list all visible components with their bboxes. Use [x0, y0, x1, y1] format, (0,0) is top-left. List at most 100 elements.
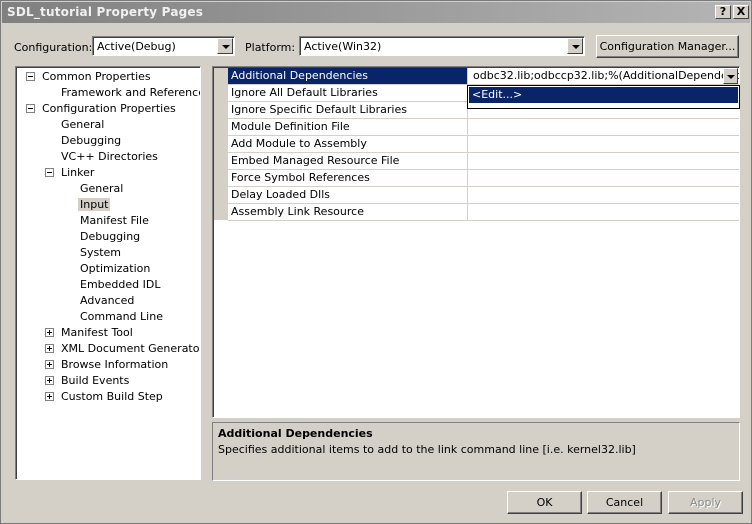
property-row[interactable]: Assembly Link Resource: [228, 204, 739, 221]
tree-item[interactable]: Custom Build Step: [16, 389, 200, 405]
property-name[interactable]: Delay Loaded Dlls: [228, 187, 468, 203]
description-text: Specifies additional items to add to the…: [218, 443, 636, 456]
property-row[interactable]: Force Symbol References: [228, 170, 739, 187]
property-value-text: odbc32.lib;odbccp32.lib;%(AdditionalDepe…: [473, 69, 739, 82]
tree-item[interactable]: Input: [16, 197, 200, 213]
description-pane: Additional Dependencies Specifies additi…: [212, 422, 740, 481]
collapse-minus-icon[interactable]: [26, 104, 35, 113]
tree-item-label: XML Document Generator: [61, 342, 201, 355]
property-value[interactable]: odbc32.lib;odbccp32.lib;%(AdditionalDepe…: [469, 68, 739, 84]
property-value[interactable]: [469, 187, 739, 203]
expand-plus-icon[interactable]: [45, 392, 54, 401]
tree-item-label: General: [61, 118, 105, 131]
property-name[interactable]: Additional Dependencies: [228, 68, 468, 84]
configuration-label: Configuration:: [14, 41, 93, 54]
value-dropdown-list[interactable]: <Edit...>: [467, 85, 740, 109]
tree-item[interactable]: Configuration Properties: [16, 101, 200, 117]
tree-item-label: Manifest File: [80, 214, 149, 227]
edit-option[interactable]: <Edit...>: [469, 87, 738, 103]
tree-item[interactable]: Build Events: [16, 373, 200, 389]
chevron-down-icon[interactable]: [217, 38, 233, 54]
tree-item-label: Build Events: [61, 374, 130, 387]
property-value[interactable]: [469, 153, 739, 169]
property-row[interactable]: Delay Loaded Dlls: [228, 187, 739, 204]
tree-item[interactable]: Command Line: [16, 309, 200, 325]
tree-item[interactable]: XML Document Generator: [16, 341, 200, 357]
help-button[interactable]: ?: [715, 5, 731, 19]
tree-item[interactable]: Debugging: [16, 133, 200, 149]
property-name[interactable]: Embed Managed Resource File: [228, 153, 468, 169]
property-row[interactable]: Additional Dependencies odbc32.lib;odbccp…: [228, 68, 739, 85]
property-name[interactable]: Ignore All Default Libraries: [228, 85, 468, 101]
tree-item[interactable]: Advanced: [16, 293, 200, 309]
title-bar: SDL_tutorial Property Pages ? X: [2, 2, 750, 23]
tree-item[interactable]: Manifest Tool: [16, 325, 200, 341]
tree-item-label: Configuration Properties: [42, 102, 176, 115]
window-title: SDL_tutorial Property Pages: [7, 5, 204, 19]
property-row[interactable]: Embed Managed Resource File: [228, 153, 739, 170]
property-name[interactable]: Assembly Link Resource: [228, 204, 468, 220]
tree-item[interactable]: General: [16, 117, 200, 133]
platform-label: Platform:: [245, 41, 296, 54]
cancel-label: Cancel: [605, 496, 644, 509]
property-name[interactable]: Ignore Specific Default Libraries: [228, 102, 468, 118]
configuration-value: Active(Debug): [97, 40, 176, 53]
expand-plus-icon[interactable]: [45, 360, 54, 369]
property-row[interactable]: Module Definition File: [228, 119, 739, 136]
property-value[interactable]: [469, 119, 739, 135]
platform-select[interactable]: Active(Win32): [299, 36, 585, 56]
expand-plus-icon[interactable]: [45, 328, 54, 337]
configuration-manager-label: Configuration Manager...: [599, 40, 736, 53]
configuration-manager-button[interactable]: Configuration Manager...: [596, 35, 739, 58]
tree-item-label: Linker: [61, 166, 95, 179]
cancel-button[interactable]: Cancel: [587, 491, 662, 514]
chevron-down-icon[interactable]: [723, 68, 738, 84]
tree-item[interactable]: Embedded IDL: [16, 277, 200, 293]
tree-item-label: Browse Information: [61, 358, 169, 371]
description-title: Additional Dependencies: [218, 427, 373, 440]
property-name[interactable]: Force Symbol References: [228, 170, 468, 186]
collapse-minus-icon[interactable]: [26, 72, 35, 81]
tree-item-label: System: [80, 246, 122, 259]
tree-item-label: Manifest Tool: [61, 326, 133, 339]
tree-item[interactable]: Debugging: [16, 229, 200, 245]
tree-item-label: Embedded IDL: [80, 278, 161, 291]
configuration-select[interactable]: Active(Debug): [92, 36, 235, 56]
expand-plus-icon[interactable]: [45, 376, 54, 385]
property-grid[interactable]: Additional Dependencies odbc32.lib;odbccp…: [212, 66, 740, 418]
ok-button[interactable]: OK: [507, 491, 582, 514]
property-value[interactable]: [469, 204, 739, 220]
collapse-minus-icon[interactable]: [45, 168, 54, 177]
chevron-down-icon[interactable]: [567, 38, 583, 54]
tree-item[interactable]: System: [16, 245, 200, 261]
tree-item[interactable]: Common Properties: [16, 69, 200, 85]
tree-item-label: Common Properties: [42, 70, 151, 83]
ok-label: OK: [536, 496, 553, 509]
tree-item[interactable]: VC++ Directories: [16, 149, 200, 165]
property-value[interactable]: [469, 170, 739, 186]
property-name[interactable]: Module Definition File: [228, 119, 468, 135]
property-value[interactable]: [469, 136, 739, 152]
tree-item-label: General: [80, 182, 124, 195]
tree-item-label: Optimization: [80, 262, 151, 275]
tree-item[interactable]: Framework and References: [16, 85, 200, 101]
grid-gutter: [214, 68, 228, 220]
tree-item[interactable]: General: [16, 181, 200, 197]
tree-item[interactable]: Optimization: [16, 261, 200, 277]
tree-item[interactable]: Manifest File: [16, 213, 200, 229]
category-tree[interactable]: Common Properties Framework and Reference…: [15, 66, 201, 480]
tree-item-label: VC++ Directories: [61, 150, 158, 163]
property-row[interactable]: Add Module to Assembly: [228, 136, 739, 153]
close-button[interactable]: X: [733, 5, 749, 19]
expand-plus-icon[interactable]: [45, 344, 54, 353]
tree-item-label: Command Line: [80, 310, 163, 323]
apply-button[interactable]: Apply: [668, 491, 743, 514]
tree-item[interactable]: Browse Information: [16, 357, 200, 373]
property-name[interactable]: Add Module to Assembly: [228, 136, 468, 152]
tree-item[interactable]: Linker: [16, 165, 200, 181]
tree-item-label: Custom Build Step: [61, 390, 163, 403]
tree-item-label: Input: [78, 198, 111, 211]
tree-item-label: Debugging: [80, 230, 141, 243]
tree-item-label: Advanced: [80, 294, 135, 307]
tree-item-label: Framework and References: [61, 86, 201, 99]
